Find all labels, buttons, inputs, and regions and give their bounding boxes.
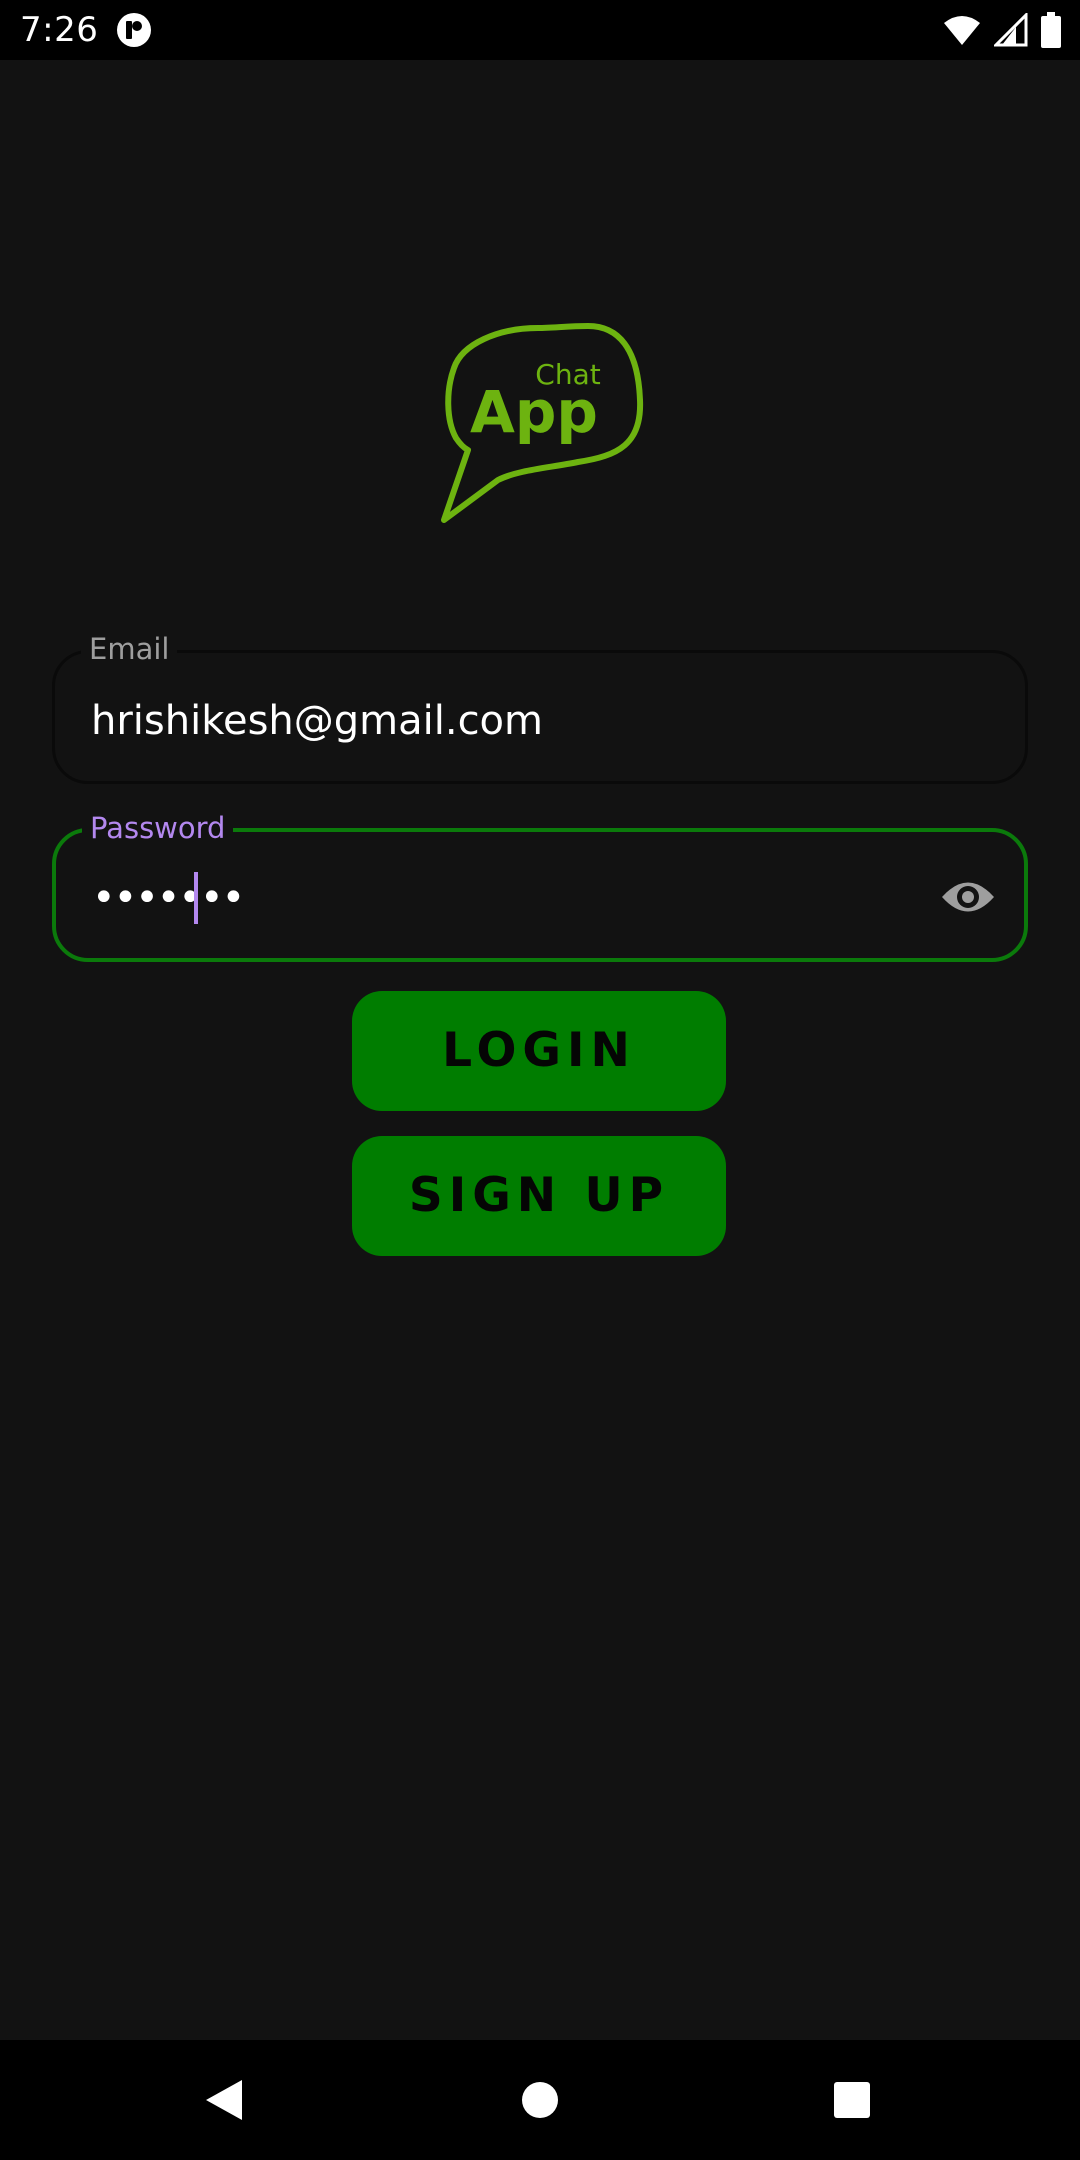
password-input[interactable]: ••••••• xyxy=(92,868,245,928)
chat-app-logo: Chat App xyxy=(441,323,644,523)
status-bar: 7:26 xyxy=(0,0,1080,60)
status-icons xyxy=(942,10,1062,50)
text-cursor xyxy=(194,872,198,924)
password-field[interactable]: Password ••••••• xyxy=(52,810,1028,962)
status-time: 7:26 xyxy=(20,10,99,50)
login-screen: 7:26 Chat App Email hrishikesh@gmail.com… xyxy=(0,0,1080,2160)
signup-button[interactable]: SIGN UP xyxy=(352,1136,726,1256)
wifi-icon xyxy=(944,16,980,45)
email-field[interactable]: Email hrishikesh@gmail.com xyxy=(52,631,1028,784)
signal-icon xyxy=(994,13,1028,47)
battery-icon xyxy=(1041,12,1061,48)
navigation-bar xyxy=(0,2040,1080,2160)
eye-icon[interactable] xyxy=(940,874,996,920)
logo-app-text: App xyxy=(470,378,598,446)
home-icon[interactable] xyxy=(500,2060,580,2140)
email-label: Email xyxy=(81,631,178,667)
password-label: Password xyxy=(82,810,234,846)
login-button[interactable]: LOGIN xyxy=(352,991,726,1111)
back-icon[interactable] xyxy=(186,2060,266,2140)
app-notification-icon xyxy=(117,13,151,47)
email-input[interactable]: hrishikesh@gmail.com xyxy=(91,697,543,745)
recents-icon[interactable] xyxy=(812,2060,892,2140)
